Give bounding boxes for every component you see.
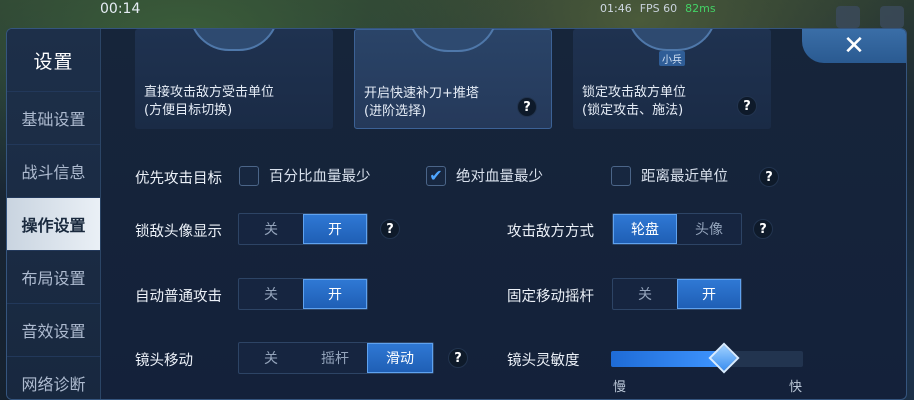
toggle-on[interactable]: 开 — [303, 214, 367, 244]
hud-menu-icon[interactable] — [836, 6, 860, 28]
toggle-off[interactable]: 关 — [239, 214, 303, 244]
fps-text: FPS 60 — [639, 2, 678, 15]
mode-thumb-icon — [627, 29, 717, 51]
sidebar-item-layout[interactable]: 布局设置 — [7, 250, 100, 303]
help-icon[interactable]: ? — [753, 219, 773, 239]
settings-title: 设置 — [33, 50, 74, 73]
checkbox-checked[interactable]: ✔ — [426, 165, 446, 186]
mode-card-text: 锁定攻击敌方单位 (锁定攻击、施法) — [582, 85, 687, 118]
toggle-off[interactable]: 关 — [239, 279, 303, 309]
slider-min-label: 慢 — [613, 380, 627, 395]
priority-option-nearest[interactable]: 距离最近单位 — [611, 165, 728, 186]
ping-text: 82ms — [685, 2, 716, 15]
attack-mode-label: 攻击敌方方式 — [507, 224, 594, 240]
fixed-joystick-label: 固定移动摇杆 — [507, 289, 594, 305]
toggle-off[interactable]: 关 — [613, 279, 677, 309]
priority-target-label: 优先攻击目标 — [135, 171, 222, 187]
check-icon: ✔ — [429, 166, 443, 185]
close-button[interactable]: ✕ — [802, 29, 906, 63]
close-icon: ✕ — [843, 31, 865, 61]
settings-panel: 设置 基础设置 战斗信息 操作设置 布局设置 音效设置 网络诊断 ✕ 直接攻击敌… — [6, 28, 907, 400]
hud-settings-icon[interactable] — [880, 6, 904, 28]
help-icon[interactable]: ? — [737, 96, 757, 116]
priority-option-percent-hp[interactable]: 百分比血量最少 — [239, 165, 371, 186]
mode-thumb-icon — [189, 29, 279, 51]
lock-avatar-label: 锁敌头像显示 — [135, 224, 222, 240]
settings-sidebar: 设置 基础设置 战斗信息 操作设置 布局设置 音效设置 网络诊断 — [7, 29, 101, 399]
mode-card-text: 直接攻击敌方受击单位 (方便目标切换) — [144, 85, 275, 118]
option-wheel[interactable]: 轮盘 — [613, 214, 677, 244]
toggle-on[interactable]: 开 — [677, 279, 741, 309]
mode-card-text: 开启快速补刀+推塔 (进阶选择) — [364, 86, 479, 119]
fixed-joystick-toggle: 关 开 — [612, 278, 742, 310]
help-icon[interactable]: ? — [380, 219, 400, 239]
checkbox[interactable] — [239, 165, 259, 186]
camera-sensitivity-slider[interactable] — [611, 342, 803, 374]
camera-move-toggle: 关 摇杆 滑动 — [238, 342, 434, 374]
auto-attack-toggle: 关 开 — [238, 278, 368, 310]
help-icon[interactable]: ? — [448, 348, 468, 368]
option-avatar[interactable]: 头像 — [677, 214, 741, 244]
auto-attack-label: 自动普通攻击 — [135, 289, 222, 305]
sidebar-item-controls[interactable]: 操作设置 — [7, 197, 100, 250]
minion-tag: 小兵 — [659, 51, 685, 66]
priority-option-absolute-hp[interactable]: ✔ 绝对血量最少 — [426, 165, 543, 186]
attack-mode-toggle: 轮盘 头像 — [612, 213, 742, 245]
clock-text: 01:46 — [600, 2, 632, 15]
sidebar-item-battle-info[interactable]: 战斗信息 — [7, 144, 100, 197]
camera-sensitivity-label: 镜头灵敏度 — [507, 353, 580, 369]
option-swipe[interactable]: 滑动 — [367, 343, 433, 373]
sidebar-item-sound[interactable]: 音效设置 — [7, 303, 100, 356]
sidebar-item-network[interactable]: 网络诊断 — [7, 356, 100, 399]
mode-thumb-icon — [408, 29, 498, 52]
help-icon[interactable]: ? — [517, 97, 537, 117]
slider-fill — [611, 351, 725, 367]
targeting-mode-cards: 直接攻击敌方受击单位 (方便目标切换) 开启快速补刀+推塔 (进阶选择) ? 小… — [135, 29, 775, 129]
mode-card-direct[interactable]: 直接攻击敌方受击单位 (方便目标切换) — [135, 29, 333, 129]
option-joystick[interactable]: 摇杆 — [303, 343, 367, 373]
mode-card-quick-lasthit[interactable]: 开启快速补刀+推塔 (进阶选择) ? — [354, 29, 552, 129]
sidebar-item-basic[interactable]: 基础设置 — [7, 91, 100, 144]
status-bar: 01:46 FPS 60 82ms — [600, 2, 716, 15]
slider-handle[interactable] — [708, 342, 740, 374]
mode-card-lock-target[interactable]: 小兵 锁定攻击敌方单位 (锁定攻击、施法) ? — [573, 29, 771, 129]
help-icon[interactable]: ? — [759, 167, 779, 187]
lock-avatar-toggle: 关 开 — [238, 213, 368, 245]
checkbox[interactable] — [611, 165, 631, 186]
slider-max-label: 快 — [789, 380, 803, 395]
camera-move-label: 镜头移动 — [135, 353, 193, 369]
match-timer: 00:14 — [100, 1, 141, 17]
toggle-on[interactable]: 开 — [303, 279, 367, 309]
option-off[interactable]: 关 — [239, 343, 303, 373]
